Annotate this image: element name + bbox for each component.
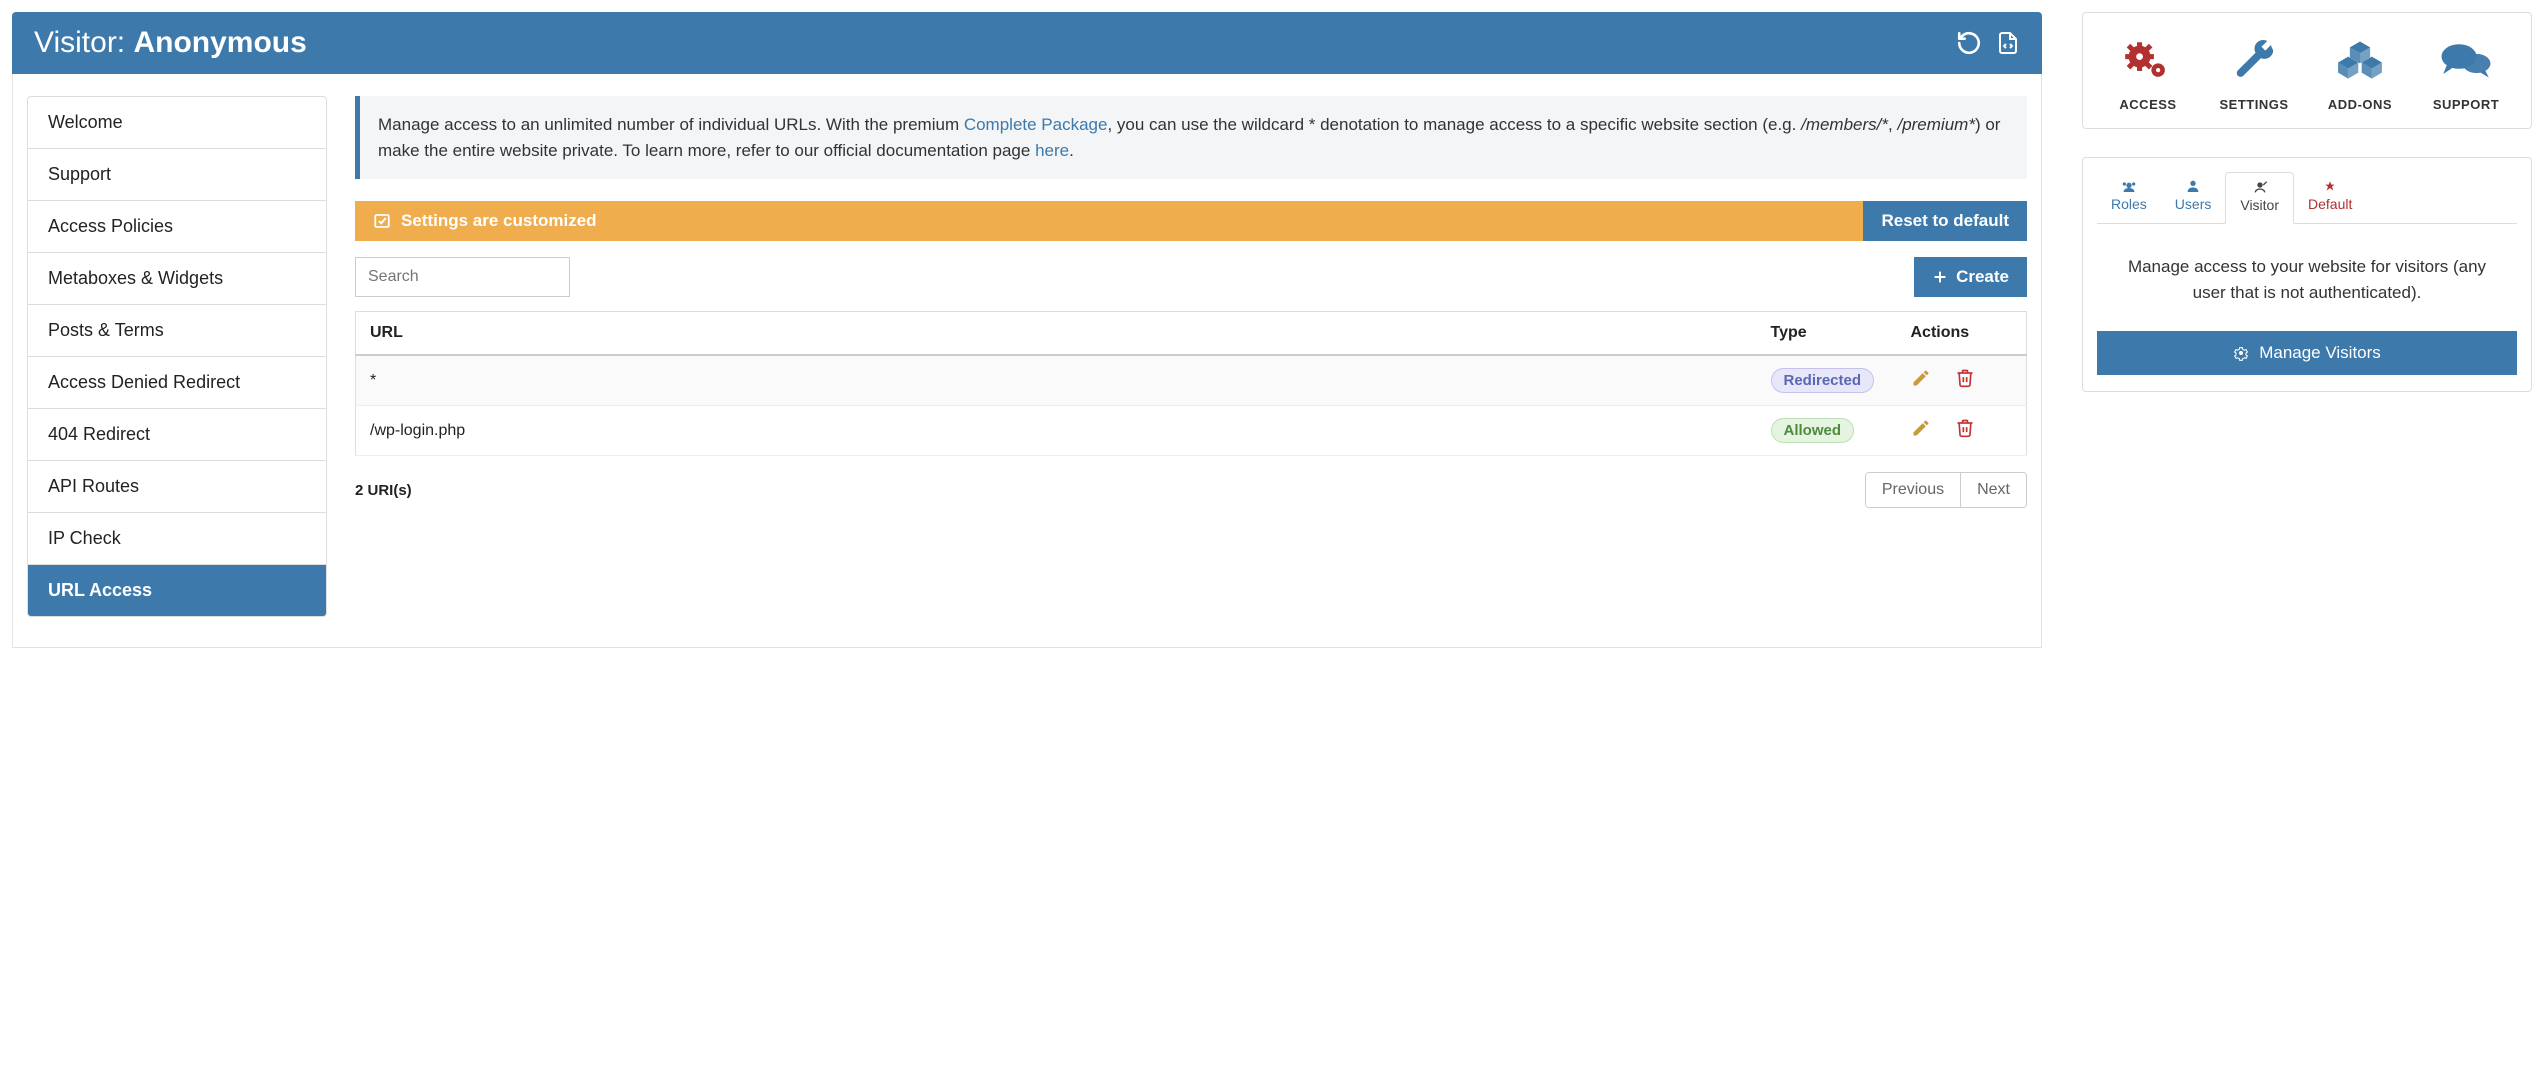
visitor-panel: Roles Users Visitor Default Manage acces… bbox=[2082, 157, 2532, 392]
create-button[interactable]: Create bbox=[1914, 257, 2027, 297]
chat-icon bbox=[2413, 35, 2519, 85]
tab-roles[interactable]: Roles bbox=[2097, 172, 2161, 223]
gears-icon bbox=[2095, 35, 2201, 85]
manage-visitors-button[interactable]: Manage Visitors bbox=[2097, 331, 2517, 375]
tab-users[interactable]: Users bbox=[2161, 172, 2226, 223]
type-badge-redirected: Redirected bbox=[1771, 368, 1875, 393]
top-nav-access[interactable]: ACCESS bbox=[2095, 35, 2201, 112]
sidebar-nav: Welcome Support Access Policies Metaboxe… bbox=[27, 96, 327, 617]
info-link-here[interactable]: here bbox=[1035, 141, 1069, 160]
url-cell: * bbox=[356, 355, 1757, 406]
url-table: URL Type Actions * Redirected bbox=[355, 311, 2027, 456]
code-icon[interactable] bbox=[1996, 30, 2020, 56]
info-text: Manage access to an unlimited number of … bbox=[378, 115, 964, 134]
actions-cell bbox=[1897, 355, 2027, 406]
uri-count: 2 URI(s) bbox=[355, 482, 412, 499]
cubes-icon bbox=[2307, 35, 2413, 85]
info-box: Manage access to an unlimited number of … bbox=[355, 96, 2027, 179]
status-message: Settings are customized bbox=[355, 201, 1863, 241]
col-header-actions: Actions bbox=[1897, 312, 2027, 356]
wrench-icon bbox=[2201, 35, 2307, 85]
sidebar-item-api-routes[interactable]: API Routes bbox=[28, 461, 326, 513]
edit-icon[interactable] bbox=[1911, 418, 1931, 438]
top-nav-label: SUPPORT bbox=[2413, 97, 2519, 112]
sidebar-item-posts-terms[interactable]: Posts & Terms bbox=[28, 305, 326, 357]
top-nav-support[interactable]: SUPPORT bbox=[2413, 35, 2519, 112]
sidebar-item-support[interactable]: Support bbox=[28, 149, 326, 201]
top-nav-addons[interactable]: ADD-ONS bbox=[2307, 35, 2413, 112]
pager-previous[interactable]: Previous bbox=[1866, 473, 1961, 507]
subject-tabs: Roles Users Visitor Default bbox=[2097, 172, 2517, 224]
type-cell: Allowed bbox=[1757, 406, 1897, 456]
sidebar-item-url-access[interactable]: URL Access bbox=[28, 565, 326, 616]
table-row: /wp-login.php Allowed bbox=[356, 406, 2027, 456]
title-subject: Anonymous bbox=[133, 26, 306, 59]
table-row: * Redirected bbox=[356, 355, 2027, 406]
visitor-header: Visitor: Anonymous bbox=[12, 12, 2042, 74]
actions-cell bbox=[1897, 406, 2027, 456]
visitor-description: Manage access to your website for visito… bbox=[2097, 244, 2517, 331]
title-prefix: Visitor: bbox=[34, 26, 133, 59]
sidebar-item-metaboxes[interactable]: Metaboxes & Widgets bbox=[28, 253, 326, 305]
status-bar: Settings are customized Reset to default bbox=[355, 201, 2027, 241]
top-nav-label: ADD-ONS bbox=[2307, 97, 2413, 112]
tab-default[interactable]: Default bbox=[2294, 172, 2366, 223]
type-badge-allowed: Allowed bbox=[1771, 418, 1855, 443]
delete-icon[interactable] bbox=[1955, 418, 1975, 438]
page-title: Visitor: Anonymous bbox=[34, 26, 307, 60]
top-nav-label: ACCESS bbox=[2095, 97, 2201, 112]
sidebar-item-404-redirect[interactable]: 404 Redirect bbox=[28, 409, 326, 461]
url-cell: /wp-login.php bbox=[356, 406, 1757, 456]
col-header-url: URL bbox=[356, 312, 1757, 356]
edit-icon[interactable] bbox=[1911, 368, 1931, 388]
delete-icon[interactable] bbox=[1955, 368, 1975, 388]
top-nav-label: SETTINGS bbox=[2201, 97, 2307, 112]
reset-icon[interactable] bbox=[1956, 30, 1982, 56]
sidebar-item-welcome[interactable]: Welcome bbox=[28, 97, 326, 149]
top-nav-settings[interactable]: SETTINGS bbox=[2201, 35, 2307, 112]
type-cell: Redirected bbox=[1757, 355, 1897, 406]
tab-visitor[interactable]: Visitor bbox=[2225, 172, 2294, 224]
pager-next[interactable]: Next bbox=[1961, 473, 2026, 507]
sidebar-item-ip-check[interactable]: IP Check bbox=[28, 513, 326, 565]
pager: Previous Next bbox=[1865, 472, 2027, 508]
sidebar-item-access-denied[interactable]: Access Denied Redirect bbox=[28, 357, 326, 409]
search-input[interactable] bbox=[355, 257, 570, 297]
reset-to-default-button[interactable]: Reset to default bbox=[1863, 201, 2027, 241]
col-header-type: Type bbox=[1757, 312, 1897, 356]
sidebar-item-access-policies[interactable]: Access Policies bbox=[28, 201, 326, 253]
info-link-complete-package[interactable]: Complete Package bbox=[964, 115, 1108, 134]
top-nav-panel: ACCESS SETTINGS ADD-ONS bbox=[2082, 12, 2532, 129]
